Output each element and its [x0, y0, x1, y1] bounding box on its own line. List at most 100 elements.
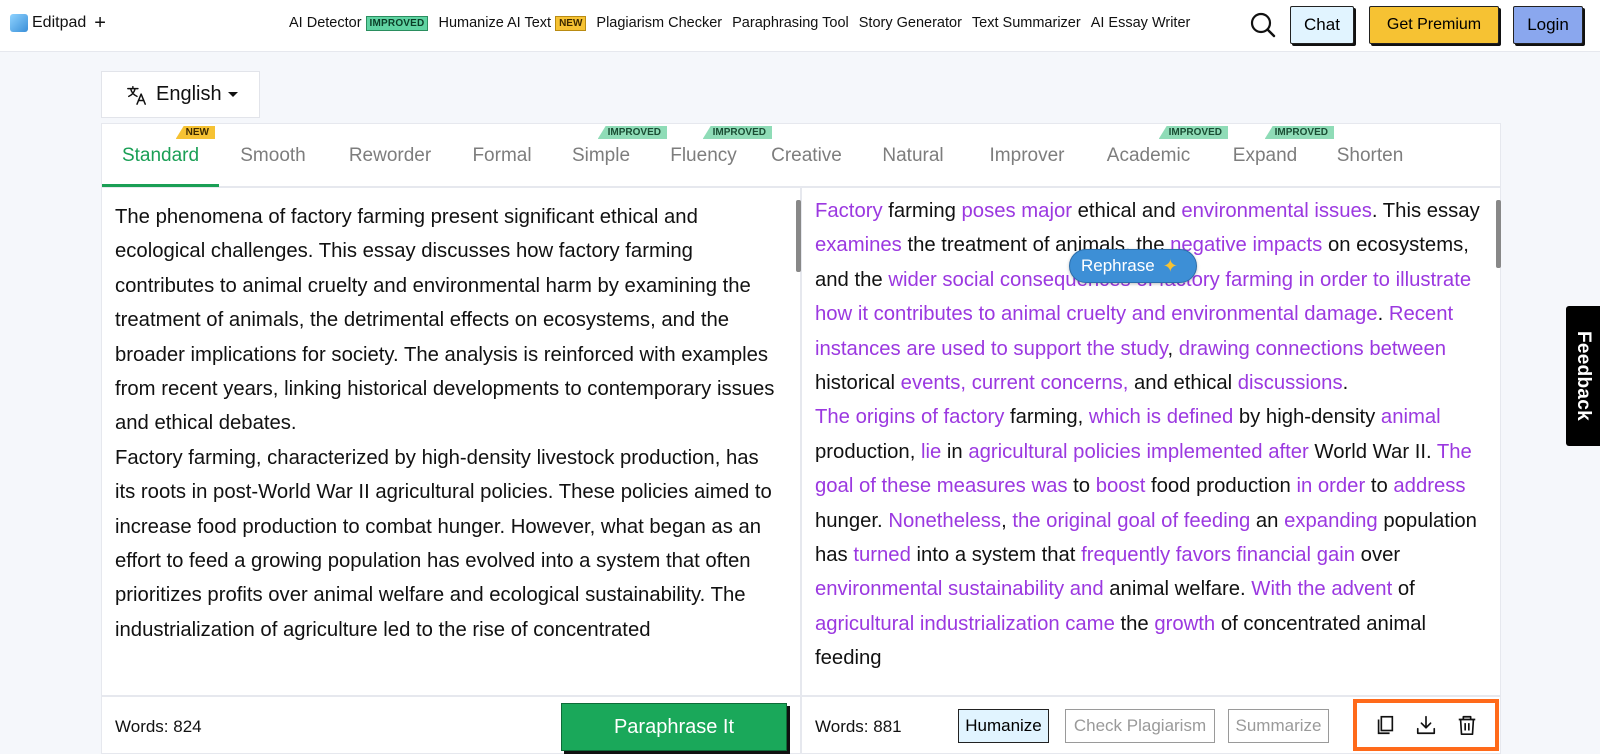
- changed-phrase[interactable]: examines: [815, 234, 902, 256]
- tab-simple[interactable]: Simple IMPROVED: [551, 124, 667, 188]
- tab-label: Reworder: [348, 145, 432, 166]
- tab-creative[interactable]: Creative: [756, 124, 857, 188]
- trash-icon[interactable]: [1456, 714, 1478, 736]
- unchanged-phrase: and ethical: [1128, 372, 1238, 395]
- changed-phrase[interactable]: address: [1393, 475, 1465, 497]
- nav-item-paraphrasing-tool[interactable]: Paraphrasing Tool: [732, 15, 849, 31]
- nav-badge: NEW: [555, 15, 587, 31]
- changed-phrase[interactable]: negative impacts: [1170, 234, 1322, 256]
- unchanged-phrase: World War II.: [1308, 440, 1437, 463]
- changed-phrase[interactable]: drawing connections between: [1179, 338, 1446, 360]
- unchanged-phrase: of: [1392, 578, 1415, 601]
- output-paragraph: Factory farming poses major ethical and …: [815, 194, 1485, 400]
- changed-phrase[interactable]: environmental sustainability and: [815, 578, 1104, 600]
- tab-badge: NEW: [175, 126, 215, 139]
- nav-item-ai-detector[interactable]: AI Detector IMPROVED: [289, 15, 429, 31]
- brand-name: Editpad: [32, 14, 87, 31]
- changed-phrase[interactable]: poses major: [962, 200, 1072, 222]
- tab-label: Standard: [121, 145, 200, 166]
- tab-smooth[interactable]: Smooth: [219, 124, 327, 188]
- unchanged-phrase: in: [941, 440, 969, 463]
- language-dropdown[interactable]: English: [101, 71, 260, 118]
- copy-icon[interactable]: [1374, 714, 1396, 736]
- input-editor[interactable]: The phenomena of factory farming present…: [101, 187, 801, 696]
- nav-item-story-generator[interactable]: Story Generator: [859, 15, 962, 31]
- tab-fluency[interactable]: Fluency IMPROVED: [651, 124, 772, 188]
- nav-item-plagiarism-checker[interactable]: Plagiarism Checker: [596, 15, 722, 31]
- download-icon[interactable]: [1415, 714, 1437, 736]
- unchanged-phrase: production,: [815, 440, 921, 463]
- input-paragraph: The phenomena of factory farming present…: [115, 206, 775, 435]
- tab-academic[interactable]: Academic IMPROVED: [1085, 124, 1228, 188]
- changed-phrase[interactable]: The origins of factory: [815, 406, 1004, 428]
- unchanged-phrase: historical: [815, 372, 901, 395]
- tab-improver[interactable]: Improver: [969, 124, 1085, 188]
- changed-phrase[interactable]: agricultural policies implemented after: [968, 441, 1308, 463]
- changed-phrase[interactable]: Nonetheless: [888, 510, 1001, 532]
- unchanged-phrase: into a system that: [910, 544, 1082, 567]
- nav-item-ai-essay-writer[interactable]: AI Essay Writer: [1091, 15, 1191, 31]
- search-icon[interactable]: [1250, 12, 1276, 38]
- login-button[interactable]: Login: [1513, 6, 1583, 44]
- changed-phrase[interactable]: turned: [853, 544, 911, 566]
- humanize-button[interactable]: Humanize: [958, 709, 1049, 743]
- changed-phrase[interactable]: events, current concerns,: [901, 372, 1129, 394]
- summarize-button[interactable]: Summarize: [1228, 709, 1329, 743]
- rephrase-chip[interactable]: Rephrase ✦: [1069, 249, 1197, 283]
- changed-phrase[interactable]: in order: [1296, 475, 1365, 497]
- tab-reworder[interactable]: Reworder: [327, 124, 453, 188]
- tab-shorten[interactable]: Shorten: [1318, 124, 1422, 188]
- tab-label: Formal: [472, 145, 532, 166]
- editpad-logo-icon: [10, 14, 28, 32]
- unchanged-phrase: ,: [1167, 337, 1179, 360]
- nav-item-label: Paraphrasing Tool: [732, 15, 849, 31]
- feedback-label: Feedback: [1573, 330, 1594, 422]
- nav-item-label: Story Generator: [858, 15, 962, 31]
- nav-item-label: Humanize AI Text: [438, 15, 552, 31]
- tab-expand[interactable]: Expand IMPROVED: [1212, 124, 1334, 188]
- brand[interactable]: Editpad +: [10, 13, 106, 33]
- changed-phrase[interactable]: Factory: [815, 200, 883, 222]
- changed-phrase[interactable]: which is defined: [1089, 406, 1233, 428]
- changed-phrase[interactable]: agricultural industrialization came: [815, 613, 1115, 635]
- changed-phrase[interactable]: animal: [1381, 406, 1441, 428]
- check-plagiarism-button[interactable]: Check Plagiarism: [1065, 709, 1215, 743]
- unchanged-phrase: .: [1342, 372, 1349, 395]
- chat-button[interactable]: Chat: [1290, 6, 1354, 44]
- changed-phrase[interactable]: expanding: [1284, 510, 1378, 532]
- output-footer: Words: 881 Humanize Check Plagiarism Sum…: [801, 696, 1501, 754]
- language-label: English: [156, 83, 222, 105]
- unchanged-phrase: food production: [1145, 475, 1297, 498]
- unchanged-phrase: an: [1250, 509, 1285, 532]
- tab-natural[interactable]: Natural: [857, 124, 969, 188]
- tab-standard[interactable]: Standard NEW: [102, 124, 219, 188]
- nav-item-text-summarizer[interactable]: Text Summarizer: [972, 15, 1081, 31]
- changed-phrase[interactable]: boost: [1096, 475, 1146, 497]
- plus-icon[interactable]: +: [94, 13, 106, 33]
- output-scrollbar[interactable]: [1496, 200, 1501, 268]
- nav-item-humanize-ai-text[interactable]: Humanize AI Text NEW: [438, 15, 587, 31]
- translate-icon: [127, 85, 146, 105]
- changed-phrase[interactable]: discussions: [1238, 372, 1343, 394]
- output-actions: [1353, 699, 1499, 751]
- changed-phrase[interactable]: the original goal of feeding: [1012, 510, 1250, 532]
- changed-phrase[interactable]: frequently favors financial gain: [1081, 544, 1355, 566]
- unchanged-phrase: .: [1377, 303, 1389, 326]
- changed-phrase[interactable]: lie: [921, 441, 941, 463]
- input-text[interactable]: The phenomena of factory farming present…: [115, 200, 780, 647]
- output-paragraph: The origins of factory farming, which is…: [815, 400, 1485, 675]
- tab-formal[interactable]: Formal: [453, 124, 551, 188]
- changed-phrase[interactable]: environmental issues: [1181, 200, 1372, 222]
- nav-badge: IMPROVED: [365, 15, 429, 31]
- changed-phrase[interactable]: With the advent: [1251, 578, 1392, 600]
- paraphrase-button[interactable]: Paraphrase It: [561, 703, 787, 751]
- input-footer: Words: 824 Paraphrase It: [101, 696, 801, 754]
- get-premium-button[interactable]: Get Premium: [1369, 6, 1499, 44]
- tab-label: Academic: [1106, 145, 1191, 166]
- nav-item-label: AI Essay Writer: [1090, 15, 1191, 31]
- unchanged-phrase: hunger.: [815, 509, 889, 532]
- rephrase-label: Rephrase: [1081, 256, 1155, 275]
- changed-phrase[interactable]: growth: [1154, 613, 1215, 635]
- tab-label: Smooth: [240, 145, 306, 166]
- feedback-tab[interactable]: Feedback: [1566, 306, 1600, 446]
